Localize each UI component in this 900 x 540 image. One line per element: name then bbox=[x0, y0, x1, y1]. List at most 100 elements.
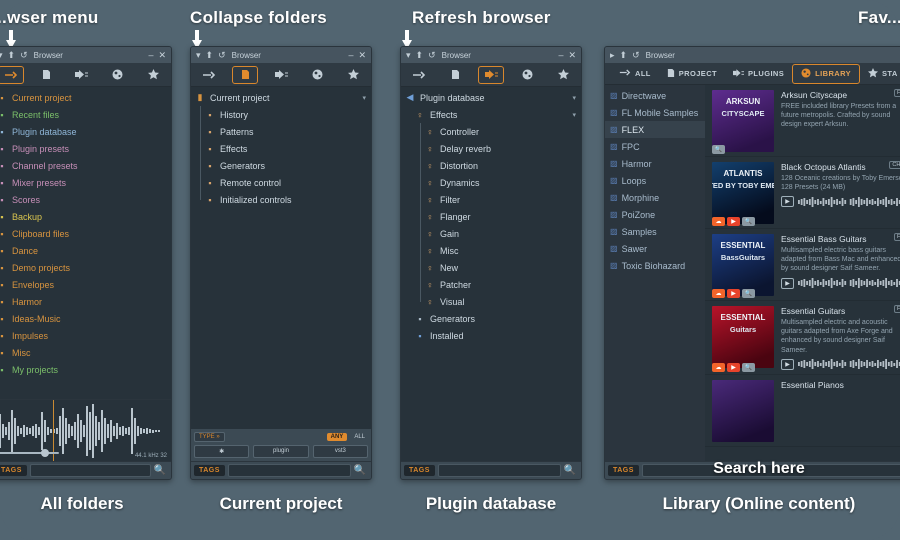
library-folder[interactable]: ▨ FL Mobile Samples bbox=[605, 104, 705, 121]
tag-chip[interactable]: plugin bbox=[253, 445, 309, 458]
panel2-tags-button[interactable]: TAGS bbox=[194, 465, 225, 476]
library-item-thumbnail[interactable]: ATLANTIS CREATED BY TOBY EMERSON bbox=[712, 162, 774, 224]
tab-sta[interactable]: STA bbox=[860, 65, 900, 83]
library-item[interactable]: ESSENTIAL BassGuitars Essential Bass Guita… bbox=[705, 229, 900, 301]
library-item-thumbnail[interactable] bbox=[712, 379, 774, 442]
search-icon[interactable]: 🔍 bbox=[354, 465, 368, 476]
chevron-right-icon[interactable]: ▸ bbox=[610, 50, 615, 60]
panel4-item-list[interactable]: ARKSUN CITYSCAPE Arksun Cityscape FREE incl… bbox=[705, 85, 900, 461]
badge-yt-icon[interactable]: ▶ bbox=[727, 362, 740, 372]
tree-item[interactable]: ♀ Gain bbox=[401, 225, 581, 242]
tree-item[interactable]: ▪ Remote control bbox=[191, 174, 371, 191]
library-item-thumbnail[interactable]: ESSENTIAL BassGuitars bbox=[712, 234, 774, 296]
folder-row[interactable]: ▪ Harmor bbox=[0, 293, 171, 310]
play-icon[interactable]: ▶ bbox=[781, 277, 794, 289]
tree-item[interactable]: ♀ Controller bbox=[401, 123, 581, 140]
library-item-thumbnail[interactable]: ARKSUN CITYSCAPE bbox=[712, 90, 774, 152]
library-folder[interactable]: ▨ Toxic Biohazard bbox=[605, 257, 705, 274]
chevron-down-icon[interactable]: ▾ bbox=[196, 50, 201, 60]
library-folder[interactable]: ▨ Loops bbox=[605, 172, 705, 189]
close-button[interactable]: ✕ bbox=[358, 50, 366, 60]
tree-item[interactable]: ▪ Installed bbox=[401, 327, 581, 344]
search-icon[interactable]: 🔍 bbox=[564, 465, 578, 476]
library-item[interactable]: ARKSUN CITYSCAPE Arksun Cityscape FREE incl… bbox=[705, 85, 900, 157]
folder-row[interactable]: ▪ My projects bbox=[0, 361, 171, 378]
panel3-tags-button[interactable]: TAGS bbox=[404, 465, 435, 476]
tab-plugin-database[interactable] bbox=[478, 65, 504, 84]
chevron-down-icon[interactable]: ▾ bbox=[0, 50, 3, 60]
folder-row[interactable]: ▪ Misc bbox=[0, 344, 171, 361]
tag-chip[interactable]: vst3 bbox=[312, 445, 368, 458]
tree-root-plugin-database[interactable]: ◀ Plugin database ▾ bbox=[401, 89, 581, 106]
panel2-search-input[interactable] bbox=[227, 464, 351, 477]
tab-plugin-database[interactable] bbox=[268, 66, 294, 84]
folder-row[interactable]: ▪ Mixer presets bbox=[0, 174, 171, 191]
tab-all[interactable]: ALL bbox=[611, 65, 659, 82]
panel4-search-input[interactable] bbox=[641, 464, 900, 477]
folder-row[interactable]: ▪ Plugin database bbox=[0, 123, 171, 140]
tree-item[interactable]: ♀ Flanger bbox=[401, 208, 581, 225]
folder-row[interactable]: ▪ Impulses bbox=[0, 327, 171, 344]
folder-row[interactable]: ▪ Backup bbox=[0, 208, 171, 225]
badge-sc-icon[interactable]: ☁ bbox=[712, 289, 725, 298]
tab-plugin-presets[interactable] bbox=[304, 66, 330, 84]
panel1-titlebar-icons[interactable]: ▾ ⬆ ↺ bbox=[0, 50, 28, 60]
badge-gl-icon[interactable]: 🔍 bbox=[712, 145, 725, 154]
chevron-down-icon[interactable]: ▾ bbox=[362, 94, 366, 102]
library-folder[interactable]: ▨ Harmor bbox=[605, 155, 705, 172]
tree-item[interactable]: ♀ Filter bbox=[401, 191, 581, 208]
refresh-browser-icon[interactable]: ↺ bbox=[428, 50, 436, 60]
badge-yt-icon[interactable]: ▶ bbox=[727, 289, 740, 298]
tab-plugins[interactable]: PLUGINS bbox=[725, 66, 792, 82]
library-folder[interactable]: ▨ FPC bbox=[605, 138, 705, 155]
panel3-tree[interactable]: ◀ Plugin database ▾ ♀ Effects ▾ ♀ Controller ♀ De… bbox=[401, 87, 581, 461]
tree-group-effects[interactable]: ♀ Effects ▾ bbox=[401, 106, 581, 123]
library-item[interactable]: Essential Pianos bbox=[705, 375, 900, 447]
folder-row[interactable]: ▪ Channel presets bbox=[0, 157, 171, 174]
badge-sc-icon[interactable]: ☁ bbox=[712, 217, 725, 226]
tree-item[interactable]: ♀ Misc bbox=[401, 242, 581, 259]
tab-all-folders[interactable] bbox=[196, 66, 222, 84]
collapse-folders-icon[interactable]: ⬆ bbox=[8, 50, 16, 60]
panel2-tree[interactable]: ▮ Current project ▾ ▪ History ▪ Patterns ▪ Effec… bbox=[191, 87, 371, 429]
tree-root-current-project[interactable]: ▮ Current project ▾ bbox=[191, 89, 371, 106]
tree-item[interactable]: ▪ Initialized controls bbox=[191, 191, 371, 208]
tab-favorites[interactable] bbox=[340, 66, 366, 84]
library-item[interactable]: ESSENTIAL Guitars Essential Guitars Multisa… bbox=[705, 301, 900, 375]
tab-all-folders[interactable] bbox=[0, 65, 24, 84]
panel4-titlebar-icons[interactable]: ▸ ⬆ ↺ bbox=[610, 50, 640, 60]
tab-plugin-presets[interactable] bbox=[514, 66, 540, 84]
panel4-folder-list[interactable]: ▨ Directwave ▨ FL Mobile Samples ▨ FLEX ▨ FPC ▨ H… bbox=[605, 85, 705, 461]
play-icon[interactable]: ▶ bbox=[781, 196, 794, 208]
waveform-preview[interactable]: ··· 44.1 kHz 32 bbox=[0, 399, 171, 461]
tab-project[interactable]: PROJECT bbox=[659, 65, 725, 83]
folder-row[interactable]: ▪ Current project bbox=[0, 89, 171, 106]
folder-row[interactable]: ▪ Recent files bbox=[0, 106, 171, 123]
play-icon[interactable]: ▶ bbox=[781, 358, 794, 370]
panel4-tags-button[interactable]: TAGS bbox=[608, 465, 639, 476]
tab-plugin-database[interactable] bbox=[69, 66, 95, 84]
tree-item[interactable]: ♀ Visual bbox=[401, 293, 581, 310]
refresh-browser-icon[interactable]: ↺ bbox=[632, 50, 640, 60]
chevron-down-icon[interactable]: ▾ bbox=[572, 111, 576, 119]
tab-current-project[interactable] bbox=[33, 66, 59, 84]
library-folder[interactable]: ▨ Directwave bbox=[605, 87, 705, 104]
tree-item[interactable]: ▪ Generators bbox=[401, 310, 581, 327]
library-item-player[interactable]: ▶ bbox=[781, 277, 900, 289]
collapse-folders-icon[interactable]: ⬆ bbox=[620, 50, 628, 60]
badge-sc-icon[interactable]: ☁ bbox=[712, 362, 725, 372]
panel1-folder-list[interactable]: ▪ Current project ▪ Recent files ▪ Plugin dat… bbox=[0, 87, 171, 399]
library-item-player[interactable]: ▶ bbox=[781, 196, 900, 208]
panel2-titlebar-icons[interactable]: ▾ ⬆ ↺ bbox=[196, 50, 226, 60]
badge-gl-icon[interactable]: 🔍 bbox=[742, 289, 755, 298]
tree-item[interactable]: ♀ Patcher bbox=[401, 276, 581, 293]
tab-library[interactable]: LIBRARY bbox=[792, 63, 861, 84]
badge-gl-icon[interactable]: 🔍 bbox=[742, 217, 755, 226]
library-item[interactable]: ATLANTIS CREATED BY TOBY EMERSON Black Oct… bbox=[705, 157, 900, 229]
minimize-button[interactable]: – bbox=[348, 50, 353, 60]
library-folder[interactable]: ▨ FLEX bbox=[605, 121, 705, 138]
tree-item[interactable]: ♀ New bbox=[401, 259, 581, 276]
tree-item[interactable]: ♀ Dynamics bbox=[401, 174, 581, 191]
badge-gl-icon[interactable]: 🔍 bbox=[742, 362, 755, 372]
tree-item[interactable]: ▪ Effects bbox=[191, 140, 371, 157]
